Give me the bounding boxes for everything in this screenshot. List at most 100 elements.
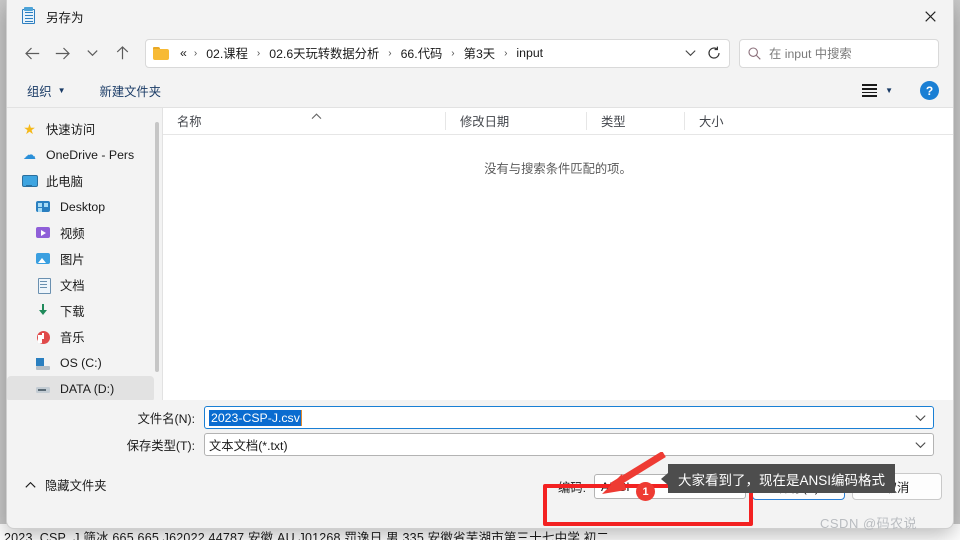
star-icon: ★ <box>23 121 36 137</box>
breadcrumb-list: « › 02.课程 › 02.6天玩转数据分析 › 66.代码 › 第3天 › … <box>177 42 679 64</box>
navigation-bar: « › 02.课程 › 02.6天玩转数据分析 › 66.代码 › 第3天 › … <box>7 32 953 74</box>
forward-button[interactable] <box>47 38 77 68</box>
document-icon <box>35 277 52 294</box>
column-header-type[interactable]: 类型 <box>586 112 684 130</box>
chevron-up-icon <box>25 481 36 489</box>
filetype-row: 保存类型(T): 文本文档(*.txt) <box>7 433 934 456</box>
sidebar-item-os-c[interactable]: OS (C:) <box>7 350 162 376</box>
file-list[interactable]: 名称 修改日期 类型 大小 没有与搜索条件匹配的项。 <box>162 108 953 400</box>
chevron-down-icon[interactable] <box>909 441 931 449</box>
sidebar-item-desktop[interactable]: Desktop <box>7 194 162 220</box>
video-icon <box>35 225 52 241</box>
filetype-value: 文本文档(*.txt) <box>209 438 288 453</box>
breadcrumb[interactable]: « › 02.课程 › 02.6天玩转数据分析 › 66.代码 › 第3天 › … <box>145 38 730 68</box>
red-arrow-annotation <box>596 451 668 494</box>
breadcrumb-separator: › <box>451 47 455 59</box>
breadcrumb-item-1[interactable]: 02.6天玩转数据分析 <box>266 42 382 64</box>
filetype-label: 保存类型(T): <box>126 438 195 453</box>
sidebar-item-documents[interactable]: 文档 <box>7 272 162 298</box>
view-options-button[interactable]: ▼ <box>857 81 898 99</box>
sidebar-item-onedrive[interactable]: ☁ OneDrive - Pers <box>7 142 162 168</box>
empty-list-message: 没有与搜索条件匹配的项。 <box>484 162 632 176</box>
new-folder-button[interactable]: 新建文件夹 <box>96 79 166 103</box>
sidebar: ★ 快速访问 ☁ OneDrive - Pers 此电脑 Desktop 视频 … <box>7 108 162 400</box>
chevron-down-icon[interactable] <box>679 40 701 66</box>
sidebar-item-label: 下载 <box>60 305 85 319</box>
organize-button[interactable]: 组织 ▼ <box>23 79 70 103</box>
picture-icon <box>35 251 52 267</box>
sidebar-item-this-pc[interactable]: 此电脑 <box>7 168 162 194</box>
search-box[interactable]: 在 input 中搜索 <box>739 38 939 68</box>
close-icon[interactable] <box>907 0 953 32</box>
new-folder-label: 新建文件夹 <box>99 84 162 99</box>
organize-label: 组织 <box>27 84 52 99</box>
sidebar-item-downloads[interactable]: 下载 <box>7 298 162 324</box>
sidebar-item-label: 快速访问 <box>46 123 96 137</box>
breadcrumb-separator: › <box>256 47 261 59</box>
breadcrumb-item-0[interactable]: 02.课程 <box>203 42 251 64</box>
annotation-tooltip: 大家看到了，现在是ANSI编码格式 <box>660 464 896 493</box>
back-button[interactable] <box>17 38 47 68</box>
watermark: CSDN @码农说 <box>820 516 918 531</box>
recent-locations-button[interactable] <box>77 38 107 68</box>
sidebar-item-quick-access[interactable]: ★ 快速访问 <box>7 116 162 142</box>
filename-input[interactable]: 2023-CSP-J.csv <box>204 406 934 429</box>
refresh-icon[interactable] <box>701 40 727 66</box>
search-icon <box>748 46 761 60</box>
sidebar-item-label: OneDrive - Pers <box>46 148 135 162</box>
sort-ascending-icon <box>311 112 322 122</box>
column-header-size[interactable]: 大小 <box>684 112 778 130</box>
sidebar-item-label: 文档 <box>60 279 85 293</box>
sidebar-item-label: 图片 <box>60 253 85 267</box>
breadcrumb-overflow[interactable]: « <box>177 44 188 62</box>
filetype-select[interactable]: 文本文档(*.txt) <box>204 433 934 456</box>
encoding-label: 编码: <box>558 480 587 495</box>
sidebar-item-label: 此电脑 <box>46 175 83 189</box>
computer-icon <box>21 173 38 189</box>
music-icon <box>35 329 52 345</box>
sidebar-item-label: 视频 <box>60 227 85 241</box>
chevron-down-icon[interactable] <box>909 414 931 422</box>
breadcrumb-separator: › <box>193 47 198 59</box>
window-title: 另存为 <box>46 10 84 25</box>
help-button[interactable]: ? <box>920 81 939 100</box>
download-icon <box>35 303 52 319</box>
sidebar-item-music[interactable]: 音乐 <box>7 324 162 350</box>
sidebar-item-label: Desktop <box>60 200 106 214</box>
hide-folders-toggle[interactable]: 隐藏文件夹 <box>25 476 107 494</box>
sidebar-item-label: 音乐 <box>60 331 85 345</box>
title-bar: 另存为 <box>7 0 953 32</box>
filename-value[interactable]: 2023-CSP-J.csv <box>209 409 302 426</box>
form-area: 文件名(N): 2023-CSP-J.csv 保存类型(T): 文本文档(*.t… <box>7 400 953 460</box>
filename-row: 文件名(N): 2023-CSP-J.csv <box>7 406 934 429</box>
sidebar-item-label: DATA (D:) <box>60 382 115 396</box>
screen: 2023_CSP_J 筛冰 665 665 J62022 44787 安徽 AU… <box>0 0 960 540</box>
notepad-icon <box>21 6 37 25</box>
sidebar-scrollbar[interactable] <box>155 122 159 372</box>
command-bar: 组织 ▼ 新建文件夹 ▼ ? <box>7 74 953 108</box>
cloud-icon: ☁ <box>23 147 36 162</box>
dialog-body: ★ 快速访问 ☁ OneDrive - Pers 此电脑 Desktop 视频 … <box>7 108 953 400</box>
folder-icon <box>153 46 170 60</box>
up-button[interactable] <box>107 38 137 68</box>
column-header-name[interactable]: 名称 <box>163 112 445 130</box>
hide-folders-label: 隐藏文件夹 <box>45 479 107 493</box>
drive-icon <box>35 355 52 371</box>
breadcrumb-separator: › <box>504 47 508 59</box>
breadcrumb-item-4[interactable]: input <box>513 44 546 62</box>
breadcrumb-item-3[interactable]: 第3天 <box>461 42 498 64</box>
list-view-icon <box>862 84 878 97</box>
column-header-date[interactable]: 修改日期 <box>445 112 586 130</box>
step-badge-1: 1 <box>636 482 655 501</box>
search-input[interactable]: 在 input 中搜索 <box>769 44 852 62</box>
desktop-icon <box>35 199 52 215</box>
sidebar-item-videos[interactable]: 视频 <box>7 220 162 246</box>
drive-icon <box>35 381 52 397</box>
filename-label: 文件名(N): <box>137 411 195 426</box>
sidebar-item-pictures[interactable]: 图片 <box>7 246 162 272</box>
breadcrumb-item-2[interactable]: 66.代码 <box>398 42 446 64</box>
sidebar-item-data-d[interactable]: DATA (D:) <box>7 376 154 400</box>
sidebar-item-label: OS (C:) <box>60 356 102 370</box>
chevron-down-icon: ▼ <box>885 86 893 95</box>
chevron-down-icon: ▼ <box>57 86 66 95</box>
